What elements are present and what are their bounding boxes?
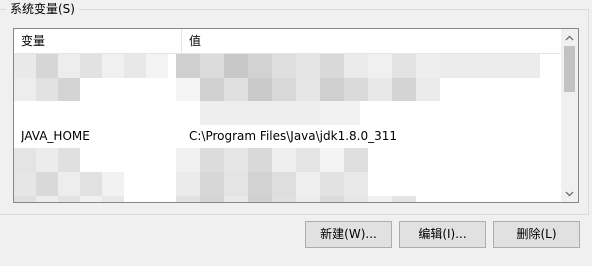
redacted-value xyxy=(176,171,368,196)
column-header-variable[interactable]: 变量 xyxy=(14,29,182,53)
redacted-name xyxy=(14,54,168,78)
column-header-value[interactable]: 值 xyxy=(182,29,562,53)
chevron-up-icon xyxy=(565,35,574,40)
variable-name: JAVA_HOME xyxy=(21,128,90,143)
redacted-name xyxy=(14,171,124,196)
scroll-up-button[interactable] xyxy=(561,29,578,46)
table-row[interactable] xyxy=(14,101,562,125)
scrollbar-thumb[interactable] xyxy=(564,46,575,92)
vertical-scrollbar[interactable] xyxy=(561,29,578,202)
chevron-down-icon xyxy=(565,191,574,196)
redacted-value xyxy=(176,77,440,102)
redacted-name xyxy=(14,195,124,202)
table-row[interactable] xyxy=(14,77,562,102)
table-row[interactable] xyxy=(14,171,562,196)
group-title: 系统变量(S) xyxy=(6,1,79,17)
table-row[interactable]: JAVA_HOME C:\Program Files\Java\jdk1.8.0… xyxy=(14,125,562,149)
redacted-value xyxy=(200,101,360,125)
table-row[interactable] xyxy=(14,148,562,172)
variable-value: C:\Program Files\Java\jdk1.8.0_311 xyxy=(189,128,398,143)
redacted-value xyxy=(176,195,416,202)
new-button[interactable]: 新建(W)... xyxy=(305,221,392,248)
system-variables-panel: 系统变量(S) 变量 值 JAVA_HOME C:\Program Files\… xyxy=(0,0,592,266)
system-variables-list[interactable]: 变量 值 JAVA_HOME C:\Program Files\Java\jdk… xyxy=(13,28,579,203)
scroll-down-button[interactable] xyxy=(561,185,578,202)
table-row[interactable] xyxy=(14,195,562,202)
redacted-name xyxy=(14,148,80,172)
list-rows: JAVA_HOME C:\Program Files\Java\jdk1.8.0… xyxy=(14,54,562,202)
list-header: 变量 值 xyxy=(14,29,562,54)
edit-button[interactable]: 编辑(I)... xyxy=(399,221,486,248)
redacted-name xyxy=(14,77,80,102)
delete-button[interactable]: 删除(L) xyxy=(493,221,580,248)
redacted-value xyxy=(176,54,540,78)
table-row[interactable] xyxy=(14,54,562,78)
redacted-value xyxy=(176,148,368,172)
